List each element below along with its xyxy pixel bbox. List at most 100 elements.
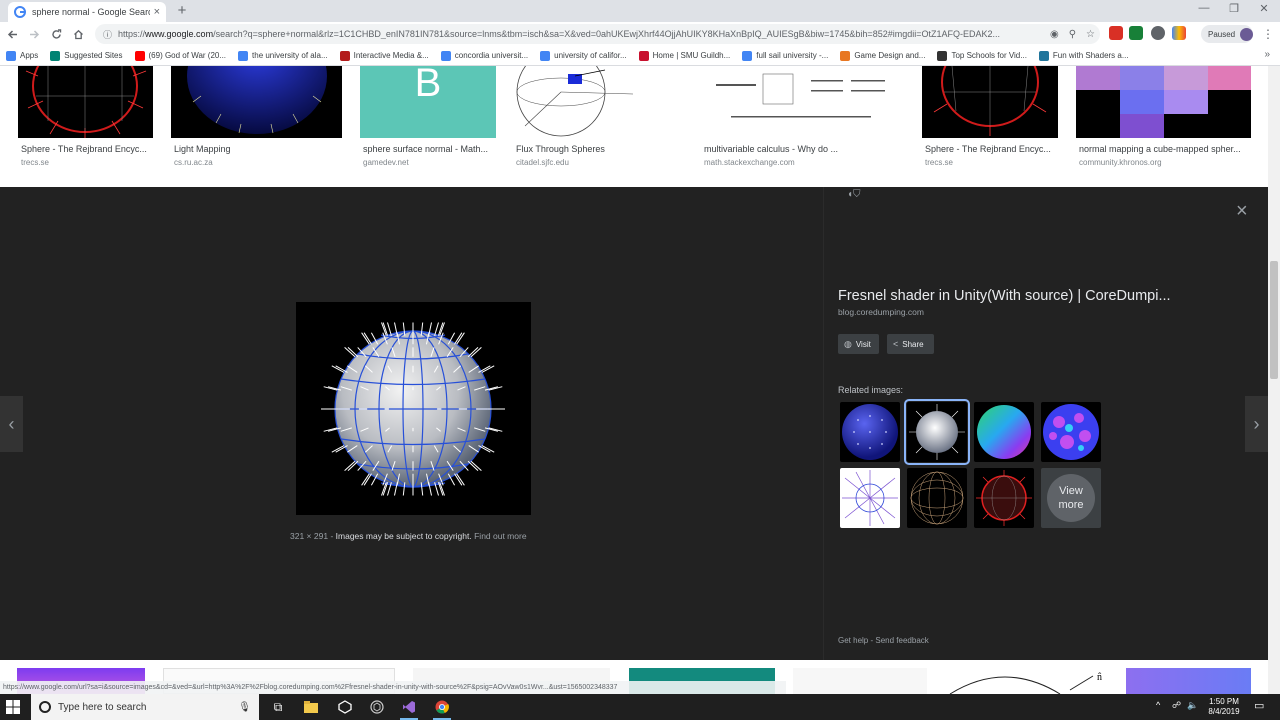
share-button[interactable]: < Share — [887, 334, 934, 354]
folder-icon — [304, 701, 318, 713]
extension-green-icon[interactable] — [1129, 26, 1143, 40]
site-info-icon[interactable]: ⓘ — [103, 28, 112, 41]
minimize-button[interactable]: — — [1196, 2, 1212, 14]
address-bar[interactable]: ⓘ https://www.google.com/search?q=sphere… — [95, 24, 1100, 44]
result-item[interactable]: multivariable calculus - Why do ... math… — [701, 66, 905, 167]
home-button[interactable] — [68, 24, 88, 44]
preview-image[interactable] — [296, 302, 531, 515]
related-image[interactable] — [840, 468, 900, 528]
bookmark-item[interactable]: the university of ala... — [238, 50, 328, 61]
volume-icon[interactable]: 🔈 — [1187, 700, 1198, 711]
visit-button[interactable]: ◍ Visit — [838, 334, 879, 354]
page-scrollbar[interactable] — [1268, 66, 1280, 694]
unity-app-icon[interactable] — [334, 697, 356, 717]
result-thumbnail — [922, 37, 1058, 138]
reload-button[interactable] — [46, 24, 66, 44]
task-view-icon[interactable]: ⧉ — [267, 697, 289, 717]
forward-button[interactable] — [24, 24, 44, 44]
chrome-app-icon[interactable] — [431, 697, 453, 720]
related-thumbnail — [974, 402, 1034, 462]
related-image[interactable] — [907, 468, 967, 528]
back-button[interactable] — [2, 24, 22, 44]
google-icon — [742, 50, 753, 61]
visual-studio-icon[interactable] — [398, 697, 420, 720]
previous-image-button[interactable]: ‹ — [0, 396, 23, 452]
next-image-button[interactable]: › — [1245, 396, 1268, 452]
bookmarks-overflow-button[interactable]: » — [1264, 49, 1270, 60]
windows-start-icon[interactable] — [6, 700, 20, 714]
taskbar-search-box[interactable]: Type here to search 🎙 — [31, 694, 259, 720]
related-image[interactable] — [1041, 402, 1101, 462]
file-explorer-icon[interactable] — [300, 697, 322, 717]
bookmark-label: university of califor... — [554, 51, 627, 60]
bookmark-item[interactable]: concordia universit... — [440, 50, 528, 61]
r-icon — [840, 50, 851, 61]
profile-paused-button[interactable]: Paused — [1201, 25, 1253, 43]
tab-google-search[interactable]: sphere normal - Google Search × — [8, 2, 166, 22]
chrome-icon — [435, 700, 449, 714]
svg-text:B: B — [415, 66, 442, 105]
tray-overflow-icon[interactable]: ^ — [1156, 700, 1160, 710]
close-window-button[interactable]: ✕ — [1256, 2, 1272, 15]
image-site: blog.coredumping.com — [838, 307, 924, 317]
result-thumbnail[interactable]: n̂ — [945, 668, 1108, 694]
bookmark-label: Fun with Shaders a... — [1052, 51, 1129, 60]
bookmark-star-icon[interactable]: ☆ — [1086, 29, 1095, 40]
find-out-more-link[interactable]: Find out more — [474, 531, 526, 541]
result-item[interactable]: Flux Through Spheres citadel.sjfc.edu — [513, 47, 684, 167]
url-domain: www.google.com — [145, 29, 214, 39]
get-help-link[interactable]: Get help — [838, 636, 868, 645]
bookmark-item[interactable]: (69) God of War (20... — [134, 50, 226, 61]
related-image[interactable] — [974, 402, 1034, 462]
image-page-title[interactable]: Fresnel shader in Unity(With source) | C… — [838, 288, 1171, 304]
result-item[interactable]: Sphere - The Rejbrand Encyc... trecs.se — [922, 37, 1058, 167]
microphone-icon[interactable]: 🎙 — [238, 702, 251, 713]
result-item-selected[interactable]: Light Mapping cs.ru.ac.za — [171, 18, 342, 167]
result-thumbnail — [513, 47, 684, 138]
bookmark-item[interactable]: Top Schools for Vid... — [937, 50, 1027, 61]
result-thumbnail[interactable] — [1126, 668, 1251, 694]
result-source: citadel.sjfc.edu — [516, 158, 569, 167]
result-item[interactable]: B sphere surface normal - Math... gamede… — [360, 61, 496, 167]
url-text: https://www.google.com/search?q=sphere+n… — [118, 29, 1045, 39]
bookmark-item[interactable]: full sail university -... — [742, 50, 828, 61]
bookmark-item[interactable]: Home | SMU Guildh... — [638, 50, 730, 61]
unity-hub-icon[interactable] — [366, 697, 388, 717]
related-image[interactable] — [974, 468, 1034, 528]
related-image-selected[interactable] — [904, 399, 970, 465]
result-item[interactable]: Sphere - The Rejbrand Encyc... trecs.se — [18, 39, 153, 167]
bookmark-item[interactable]: Suggested Sites — [50, 50, 123, 61]
extension-red-icon[interactable] — [1109, 26, 1123, 40]
bookmark-item[interactable]: Apps — [6, 50, 38, 61]
extension-color-icon[interactable] — [1172, 26, 1186, 40]
related-image[interactable] — [840, 402, 900, 462]
google-icon — [440, 50, 451, 61]
location-icon[interactable]: ◉ — [1050, 29, 1059, 40]
result-item[interactable]: normal mapping a cube-mapped spher... co… — [1076, 66, 1251, 167]
notification-icon[interactable]: ▭ — [1254, 699, 1264, 712]
bookmark-label: Suggested Sites — [64, 51, 123, 60]
close-viewer-icon[interactable]: × — [1236, 201, 1248, 221]
tab-close-icon[interactable]: × — [154, 6, 160, 18]
send-feedback-link[interactable]: Send feedback — [875, 636, 928, 645]
result-thumbnail[interactable] — [793, 668, 927, 694]
bookmark-item[interactable]: Game Design and... — [840, 50, 925, 61]
result-source: cs.ru.ac.za — [174, 158, 213, 167]
share-label: Share — [902, 339, 924, 349]
bookmark-item[interactable]: Fun with Shaders a... — [1038, 50, 1129, 61]
safesearch-shield-icon[interactable]: ◖⛉ — [847, 189, 861, 200]
copyright-notice: Images may be subject to copyright. — [335, 531, 472, 541]
new-tab-button[interactable]: + — [174, 3, 190, 19]
bing-icon — [50, 50, 61, 61]
bookmark-item[interactable]: university of califor... — [540, 50, 627, 61]
system-clock[interactable]: 1:50 PM 8/4/2019 — [1200, 697, 1248, 717]
network-icon[interactable]: ☍ — [1172, 700, 1181, 711]
tab-title: sphere normal - Google Search — [32, 7, 150, 17]
view-more-button[interactable]: View more — [1041, 468, 1101, 528]
zoom-icon[interactable]: ⚲ — [1069, 29, 1076, 40]
maximize-button[interactable]: ❐ — [1226, 2, 1242, 15]
extension-circle-icon[interactable] — [1151, 26, 1165, 40]
bookmark-item[interactable]: Interactive Media &... — [339, 50, 429, 61]
chrome-menu-icon[interactable]: ⋮ — [1262, 27, 1274, 41]
scrollbar-thumb[interactable] — [1270, 261, 1278, 379]
